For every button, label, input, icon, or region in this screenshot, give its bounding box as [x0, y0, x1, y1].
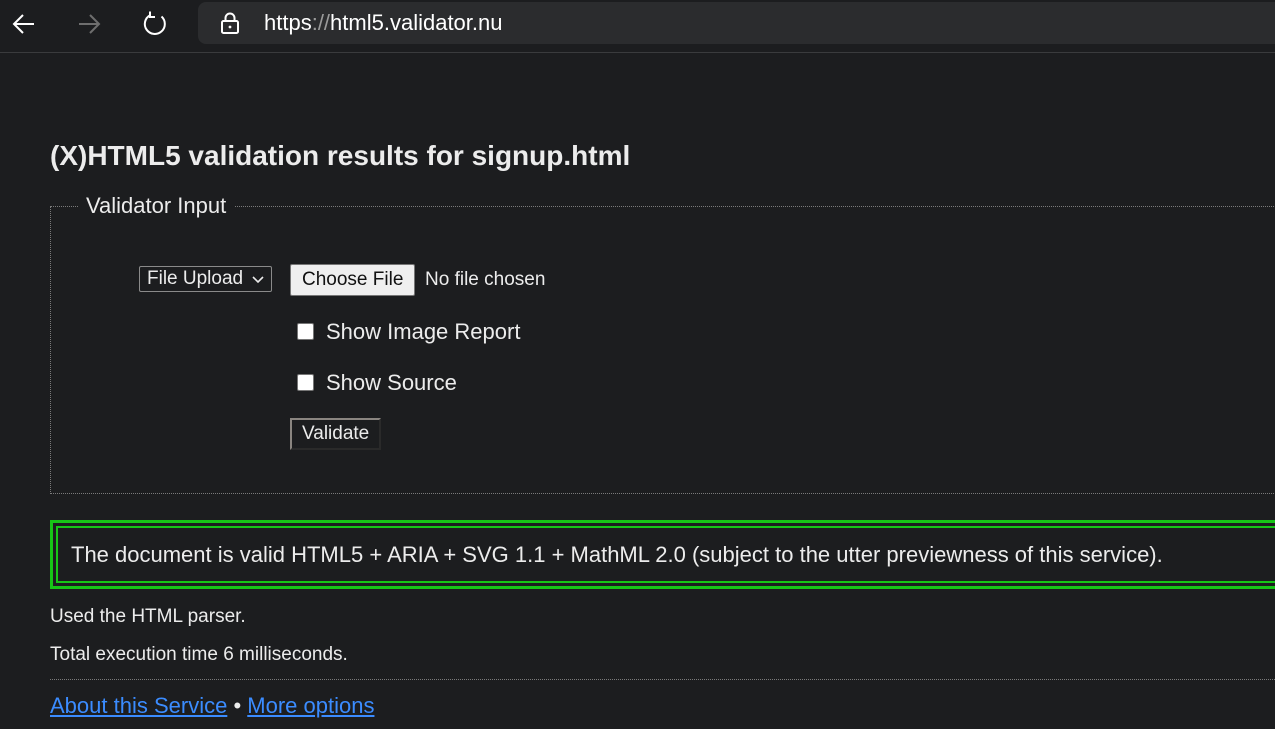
show-source-checkbox[interactable] [297, 374, 314, 391]
show-image-report-checkbox[interactable] [297, 323, 314, 340]
url-scheme: https [264, 10, 312, 35]
about-service-link[interactable]: About this Service [50, 693, 227, 718]
input-mode-select[interactable]: File Upload [139, 266, 273, 292]
parser-info: Used the HTML parser. [50, 606, 246, 627]
footer-divider [50, 679, 1275, 680]
validator-input-legend: Validator Input [78, 192, 235, 220]
execution-time-info: Total execution time 6 milliseconds. [50, 644, 348, 665]
back-button[interactable] [3, 4, 45, 44]
lock-icon [221, 12, 239, 34]
forward-button[interactable] [68, 4, 110, 44]
file-status-text: No file chosen [425, 269, 546, 290]
browser-toolbar: https://html5.validator.nu [0, 0, 1275, 53]
chevron-down-icon [252, 276, 264, 284]
forward-arrow-icon [79, 14, 101, 34]
page-title: (X)HTML5 validation results for signup.h… [50, 140, 631, 171]
show-image-report-label[interactable]: Show Image Report [326, 318, 520, 346]
back-arrow-icon [12, 14, 34, 34]
url-separator: :// [311, 10, 331, 35]
footer: About this Service • More options [50, 692, 374, 720]
footer-separator: • [233, 693, 242, 718]
choose-file-button[interactable]: Choose File [290, 264, 416, 296]
validator-input-fieldset [50, 206, 1275, 494]
refresh-button[interactable] [134, 4, 176, 44]
validate-button[interactable]: Validate [290, 418, 382, 450]
success-message: The document is valid HTML5 + ARIA + SVG… [71, 542, 1163, 567]
more-options-link[interactable]: More options [247, 693, 374, 718]
refresh-icon [143, 11, 166, 35]
address-bar[interactable]: https://html5.validator.nu [198, 2, 1275, 44]
input-mode-value: File Upload [147, 268, 244, 289]
show-source-label[interactable]: Show Source [326, 369, 457, 397]
url-host: html5.validator.nu [330, 10, 503, 35]
url-text[interactable]: https://html5.validator.nu [264, 11, 502, 35]
